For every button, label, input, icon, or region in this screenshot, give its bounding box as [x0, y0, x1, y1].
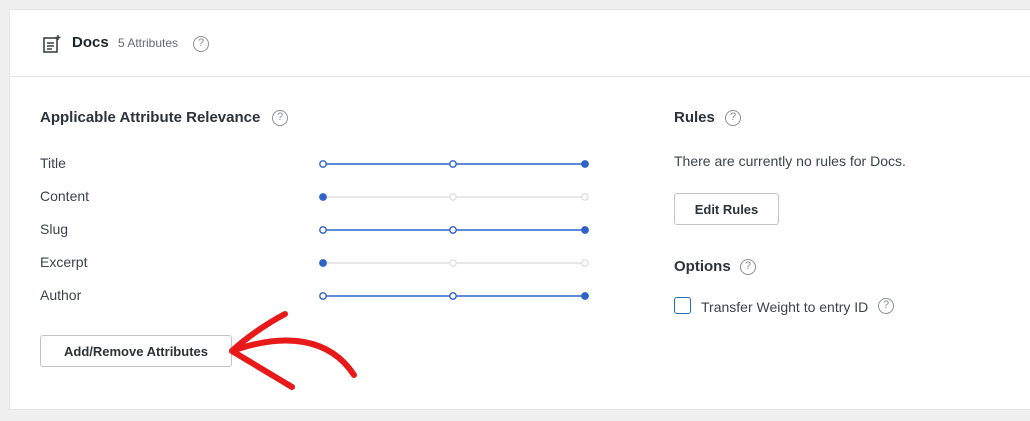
rules-empty-text: There are currently no rules for Docs.	[674, 153, 906, 169]
engine-header: Docs 5 Attributes ?	[10, 10, 1030, 77]
slider-stop	[449, 226, 457, 234]
help-icon[interactable]: ?	[272, 110, 288, 126]
relevance-slider[interactable]	[318, 223, 594, 237]
slider-stop	[581, 193, 589, 201]
attribute-count: 5 Attributes	[118, 36, 179, 50]
add-remove-attributes-button[interactable]: Add/Remove Attributes	[40, 335, 232, 367]
slider-stop	[449, 193, 457, 201]
help-icon[interactable]: ?	[193, 36, 209, 52]
slider-handle	[319, 193, 327, 201]
transfer-weight-label: Transfer Weight to entry ID	[701, 299, 869, 315]
edit-rules-button[interactable]: Edit Rules	[674, 193, 779, 225]
relevance-slider[interactable]	[318, 157, 594, 171]
slider-stop	[319, 226, 327, 234]
attribute-label: Content	[40, 188, 90, 204]
relevance-slider[interactable]	[318, 190, 594, 204]
help-icon[interactable]: ?	[740, 259, 756, 275]
slider-stop	[449, 292, 457, 300]
attribute-label: Slug	[40, 221, 69, 237]
engine-panel: Docs 5 Attributes ? Applicable Attribute…	[9, 9, 1030, 410]
rules-title: Rules	[674, 109, 715, 126]
relevance-slider[interactable]	[318, 256, 594, 270]
attribute-label: Title	[40, 155, 66, 171]
attribute-label: Author	[40, 287, 82, 303]
slider-stop	[319, 160, 327, 168]
slider-handle	[581, 160, 589, 168]
transfer-weight-checkbox[interactable]	[674, 297, 691, 314]
help-icon[interactable]: ?	[878, 298, 894, 314]
attribute-label: Excerpt	[40, 254, 88, 270]
slider-handle	[581, 226, 589, 234]
slider-handle	[319, 259, 327, 267]
document-icon	[43, 35, 61, 53]
slider-stop	[449, 160, 457, 168]
help-icon[interactable]: ?	[725, 110, 741, 126]
slider-stop	[449, 259, 457, 267]
engine-name: Docs	[72, 34, 109, 51]
slider-stop	[319, 292, 327, 300]
relevance-slider[interactable]	[318, 289, 594, 303]
slider-stop	[581, 259, 589, 267]
options-title: Options	[674, 258, 731, 275]
slider-handle	[581, 292, 589, 300]
relevance-title: Applicable Attribute Relevance	[40, 109, 261, 126]
